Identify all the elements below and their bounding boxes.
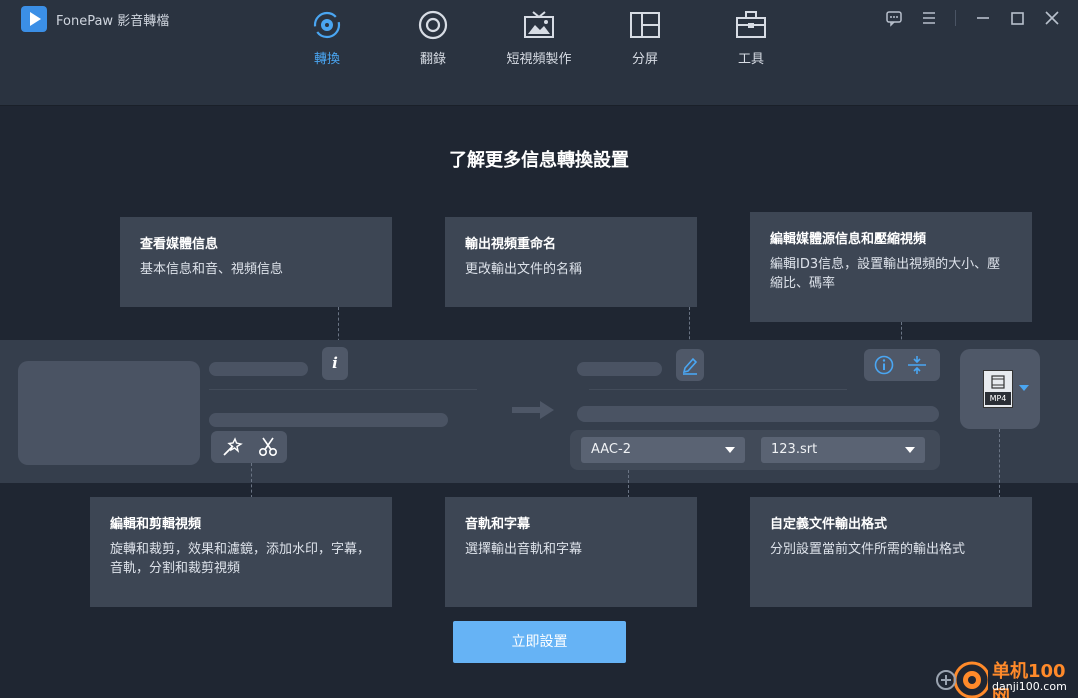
card-title: 編輯媒體源信息和壓縮視頻 <box>770 232 927 247</box>
magic-wand-icon[interactable] <box>221 437 243 457</box>
divider <box>589 389 847 390</box>
maximize-button[interactable] <box>1004 6 1030 30</box>
edit-tools-group <box>211 431 287 463</box>
convert-arrow-icon <box>512 401 554 419</box>
card-media-info: 查看媒體信息 基本信息和音、視頻信息 <box>120 217 392 307</box>
disc-icon <box>418 10 448 40</box>
subtitle-value: 123.srt <box>771 442 818 457</box>
tab-label: 轉換 <box>313 52 340 67</box>
tab-toolbox[interactable]: 工具 <box>706 4 796 67</box>
connector-line <box>999 429 1000 498</box>
convert-icon <box>313 11 341 39</box>
card-edit-meta: 編輯媒體源信息和壓縮視頻 編輯ID3信息，設置輸出視頻的大小、壓縮比、碼率 <box>750 212 1032 322</box>
card-edit-cut: 編輯和剪輯視頻 旋轉和裁剪，效果和濾鏡，添加水印，字幕，音軌，分割和裁剪視頻 <box>90 497 392 607</box>
pencil-icon <box>682 357 698 375</box>
source-name-placeholder <box>209 362 308 376</box>
card-desc: 更改輸出文件的名稱 <box>465 262 583 277</box>
card-output-format: 自定義文件輸出格式 分別設置當前文件所需的輸出格式 <box>750 497 1032 607</box>
tab-short-video[interactable]: 短視頻製作 <box>494 4 584 67</box>
info-icon: i <box>332 354 338 372</box>
source-info-placeholder <box>209 413 448 427</box>
card-title: 查看媒體信息 <box>140 237 219 252</box>
card-title: 編輯和剪輯視頻 <box>110 517 202 532</box>
output-info-placeholder <box>577 406 939 422</box>
audio-track-select[interactable]: AAC-2 <box>581 437 745 463</box>
chevron-down-icon <box>725 447 735 453</box>
card-title: 音軌和字幕 <box>465 517 531 532</box>
divider <box>209 389 477 390</box>
connector-line <box>251 463 252 498</box>
tab-convert[interactable]: 轉換 <box>282 4 372 67</box>
format-dropdown-icon[interactable] <box>1019 385 1029 391</box>
tv-image-icon <box>524 11 554 38</box>
titlebar-divider <box>955 10 956 26</box>
card-title: 輸出視頻重命名 <box>465 237 557 252</box>
tab-label: 分屏 <box>631 52 658 67</box>
tab-label: 翻錄 <box>419 52 446 67</box>
menu-icon[interactable] <box>916 6 942 30</box>
format-label: MP4 <box>985 392 1011 405</box>
card-desc: 分別設置當前文件所需的輸出格式 <box>770 542 966 557</box>
watermark-url: danji100.com <box>992 680 1067 693</box>
edit-metadata-icon[interactable] <box>874 355 894 375</box>
media-info-button[interactable]: i <box>322 347 348 380</box>
subtitle-select[interactable]: 123.srt <box>761 437 925 463</box>
app-logo-icon <box>21 6 47 32</box>
card-desc: 基本信息和音、視頻信息 <box>140 262 284 277</box>
split-screen-icon <box>630 12 660 38</box>
minimize-button[interactable] <box>970 6 996 30</box>
app-title: FonePaw 影音轉檔 <box>56 14 170 29</box>
close-button[interactable] <box>1039 6 1065 30</box>
tab-rip[interactable]: 翻錄 <box>388 4 478 67</box>
card-audio-subtitle: 音軌和字幕 選擇輸出音軌和字幕 <box>445 497 697 607</box>
compress-icon[interactable] <box>906 355 928 375</box>
card-desc: 旋轉和裁剪，效果和濾鏡，添加水印，字幕，音軌，分割和裁剪視頻 <box>110 542 371 576</box>
tab-label: 短視頻製作 <box>506 52 572 67</box>
watermark-logo-icon <box>936 661 988 698</box>
rename-button[interactable] <box>676 349 704 381</box>
card-title: 自定義文件輸出格式 <box>770 517 888 532</box>
scissors-icon[interactable] <box>257 436 279 458</box>
video-thumbnail[interactable] <box>18 361 200 465</box>
chevron-down-icon <box>905 447 915 453</box>
card-desc: 選擇輸出音軌和字幕 <box>465 542 583 557</box>
guide-heading: 了解更多信息轉換設置 <box>449 150 629 171</box>
feedback-icon[interactable] <box>881 6 907 30</box>
connector-line <box>628 470 629 498</box>
output-name-placeholder <box>577 362 662 376</box>
setup-now-button[interactable]: 立即設置 <box>453 621 626 663</box>
card-desc: 編輯ID3信息，設置輸出視頻的大小、壓縮比、碼率 <box>770 257 1001 291</box>
tab-label: 工具 <box>737 52 764 67</box>
tab-split-screen[interactable]: 分屏 <box>600 4 690 67</box>
card-rename: 輸出視頻重命名 更改輸出文件的名稱 <box>445 217 697 307</box>
toolbox-icon <box>736 11 766 38</box>
audio-track-value: AAC-2 <box>591 442 631 457</box>
meta-compress-group <box>864 349 940 381</box>
